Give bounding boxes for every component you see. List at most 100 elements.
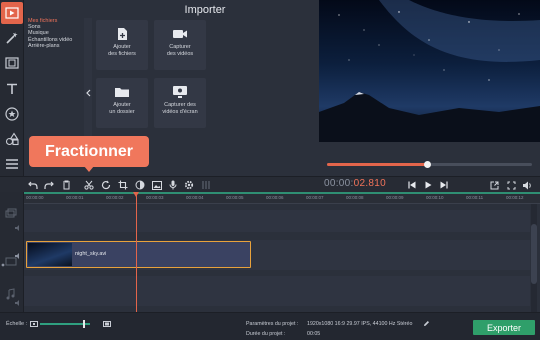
- zoom-slider[interactable]: [40, 320, 90, 328]
- playback-progress-bar[interactable]: [327, 161, 532, 168]
- more-tab-button[interactable]: [1, 153, 23, 175]
- timeline-ruler[interactable]: 00:00:00 00:00:01 00:00:02 00:00:03 00:0…: [24, 192, 540, 204]
- volume-button[interactable]: [520, 178, 534, 192]
- overlay-mute-icon: [15, 225, 19, 231]
- delete-button[interactable]: [59, 178, 73, 192]
- folder-icon: [115, 88, 129, 97]
- project-duration-value: 00:05: [307, 331, 321, 337]
- media-button[interactable]: [150, 178, 164, 192]
- callouts-tab-button[interactable]: [1, 128, 23, 150]
- color-adjust-button[interactable]: [133, 178, 147, 192]
- redo-button[interactable]: [42, 178, 56, 192]
- ruler-tick: 00:00:12: [506, 195, 524, 200]
- capture-screen-tile[interactable]: Capturer des vidéos d'écran: [154, 78, 206, 128]
- project-duration-label: Durée du projet :: [246, 331, 286, 337]
- rotate-button[interactable]: [99, 178, 113, 192]
- category-video-samples[interactable]: Échantillons vidéo: [28, 37, 80, 43]
- filmstrip-icon: [5, 57, 19, 69]
- undo-button[interactable]: [26, 178, 40, 192]
- project-params-value: 1920x1080 16:9 29.97 IPS, 44100 Hz Stéré…: [307, 321, 413, 327]
- import-tab-button[interactable]: [1, 2, 23, 24]
- timeline-scrollbar-thumb[interactable]: [531, 224, 537, 284]
- music-track-icon: [6, 288, 15, 300]
- music-mute-icon: [15, 300, 19, 306]
- ruler-tick: 00:00:03: [146, 195, 164, 200]
- zoom-in-icon[interactable]: [103, 321, 111, 327]
- ruler-tick: 00:00:10: [426, 195, 444, 200]
- external-window-icon: [490, 181, 498, 189]
- ruler-tick: 00:00:09: [386, 195, 404, 200]
- video-preview[interactable]: [319, 0, 540, 142]
- shapes-icon: [5, 132, 19, 146]
- left-toolbar: [0, 0, 24, 176]
- audio-levels-button[interactable]: [199, 178, 213, 192]
- tile-label: des vidéos: [166, 50, 194, 57]
- crop-button[interactable]: [116, 178, 130, 192]
- transitions-tab-button[interactable]: [1, 52, 23, 74]
- export-button[interactable]: Exporter: [473, 320, 535, 335]
- gear-icon: [184, 180, 194, 190]
- speaker-icon: [523, 181, 531, 189]
- add-folder-tile[interactable]: Ajouter un dossier: [96, 78, 148, 128]
- crop-icon: [118, 180, 128, 190]
- previous-frame-button[interactable]: [405, 178, 419, 192]
- fullscreen-icon: [507, 181, 515, 189]
- ruler-tick: 00:00:11: [466, 195, 484, 200]
- bottom-bar: Échelle : Paramètres du projet : 1920x10…: [0, 312, 540, 340]
- video-track-icon: [5, 257, 17, 266]
- tile-label: vidéos d'écran: [162, 108, 198, 115]
- titles-tab-button[interactable]: [1, 78, 23, 100]
- capture-video-tile[interactable]: Capturer des vidéos: [154, 20, 206, 70]
- camera-icon: [173, 30, 187, 38]
- stickers-tab-button[interactable]: [1, 103, 23, 125]
- add-files-tile[interactable]: Ajouter des fichiers: [96, 20, 148, 70]
- record-audio-button[interactable]: [166, 178, 180, 192]
- scale-label: Échelle :: [6, 321, 28, 327]
- playback-progress-thumb[interactable]: [424, 161, 432, 168]
- detach-preview-button[interactable]: [487, 178, 501, 192]
- playhead-line[interactable]: [136, 192, 137, 312]
- ruler-tick: 00:00:04: [186, 195, 204, 200]
- play-button[interactable]: [421, 178, 435, 192]
- text-icon: [7, 83, 17, 94]
- track-header-icons: [1, 208, 19, 306]
- video-clip[interactable]: night_sky.avi: [26, 241, 251, 268]
- film-import-icon: [5, 7, 19, 19]
- zoom-slider-handle[interactable]: [83, 320, 85, 328]
- next-frame-button[interactable]: [437, 178, 451, 192]
- timeline-scrollbar[interactable]: [531, 204, 537, 312]
- clip-thumbnail: [28, 243, 72, 266]
- overlay-track-icon: [5, 208, 17, 218]
- tile-label: un dossier: [109, 108, 135, 115]
- playhead-handle[interactable]: [133, 192, 139, 197]
- audio-lane[interactable]: [24, 276, 530, 306]
- overlay-lane[interactable]: [24, 210, 530, 232]
- edit-pencil-icon[interactable]: [423, 320, 430, 327]
- rotate-icon: [101, 180, 111, 190]
- redo-icon: [44, 181, 54, 189]
- equalizer-icon: [202, 181, 210, 189]
- clip-properties-button[interactable]: [182, 178, 196, 192]
- split-button[interactable]: [82, 178, 96, 192]
- color-adjust-icon: [135, 180, 145, 190]
- time-display-prefix: 00:00:: [324, 178, 354, 189]
- project-params-label: Paramètres du projet :: [246, 321, 299, 327]
- category-backgrounds[interactable]: Arrière-plans: [28, 43, 80, 49]
- preview-scene: [319, 0, 540, 142]
- screen-capture-icon: [173, 86, 187, 98]
- fullscreen-button[interactable]: [504, 178, 518, 192]
- time-display-seconds: 02.810: [353, 178, 386, 189]
- list-menu-icon: [6, 159, 18, 169]
- zoom-out-icon[interactable]: [30, 321, 38, 327]
- microphone-icon: [169, 180, 177, 190]
- time-display: 00:00:02.810: [324, 178, 386, 189]
- tile-label: des fichiers: [108, 50, 136, 57]
- skip-forward-icon: [440, 181, 448, 189]
- player-area: [319, 142, 540, 176]
- scissors-icon: [84, 180, 94, 190]
- ruler-tick: 00:00:01: [66, 195, 84, 200]
- video-track-visibility-icon: [1, 263, 5, 267]
- ruler-tick: 00:00:07: [306, 195, 324, 200]
- magic-wand-icon: [6, 32, 18, 44]
- filters-tab-button[interactable]: [1, 27, 23, 49]
